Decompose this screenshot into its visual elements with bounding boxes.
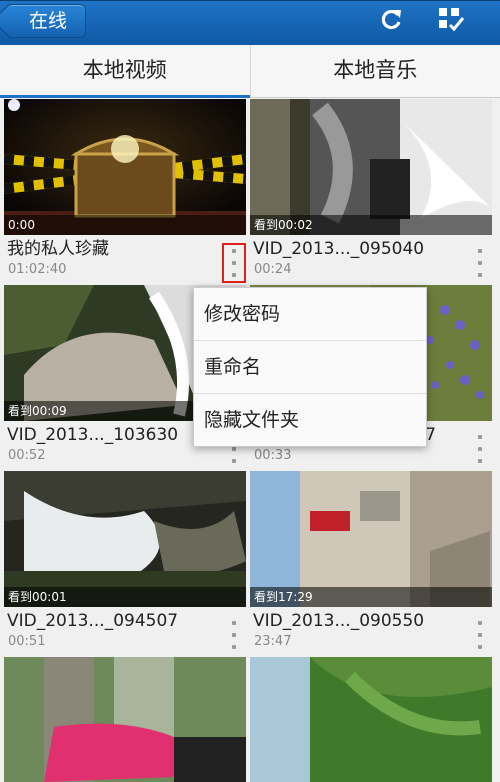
video-duration: 00:51 — [8, 634, 46, 649]
menu-item-change-password[interactable]: 修改密码 — [194, 288, 426, 341]
more-options-icon[interactable] — [228, 621, 240, 649]
video-card[interactable]: 看到17:29 VID_2013..._090550 23:47 — [250, 471, 492, 651]
menu-item-rename[interactable]: 重命名 — [194, 341, 426, 394]
context-menu: 修改密码 重命名 隐藏文件夹 — [193, 287, 427, 447]
tab-local-music[interactable]: 本地音乐 — [249, 45, 500, 97]
progress-overlay: 看到17:29 — [250, 587, 492, 607]
video-duration: 00:33 — [254, 448, 292, 463]
video-duration: 00:52 — [8, 448, 46, 463]
video-title: VID_2013..._094507 — [7, 611, 179, 631]
back-button-label: 在线 — [29, 10, 68, 32]
back-button[interactable]: 在线 — [6, 4, 87, 38]
more-options-icon[interactable] — [474, 621, 486, 649]
video-card[interactable]: 0:00 我的私人珍藏 01:02:40 — [4, 99, 246, 283]
video-thumbnail[interactable]: 看到17:29 — [250, 471, 492, 607]
video-card[interactable]: 看到00:01 VID_2013..._094507 00:51 — [4, 471, 246, 651]
refresh-icon[interactable] — [373, 4, 409, 36]
more-options-icon[interactable] — [222, 243, 246, 283]
video-title: 我的私人珍藏 — [7, 239, 109, 259]
progress-overlay: 看到00:01 — [4, 587, 246, 607]
video-duration: 00:24 — [254, 262, 292, 277]
video-duration: 01:02:40 — [8, 262, 67, 277]
video-title: VID_2013..._095040 — [253, 239, 425, 259]
tab-local-video[interactable]: 本地视频 — [0, 45, 250, 98]
progress-overlay: 0:00 — [4, 215, 246, 235]
more-options-icon[interactable] — [474, 435, 486, 463]
video-title: VID_2013..._090550 — [253, 611, 425, 631]
video-card[interactable]: 看到00:02 VID_2013..._095040 00:24 — [250, 99, 492, 279]
video-thumbnail[interactable] — [250, 657, 492, 782]
video-thumbnail[interactable]: 0:00 — [4, 99, 246, 235]
more-options-icon[interactable] — [474, 249, 486, 277]
progress-overlay: 看到00:02 — [250, 215, 492, 235]
video-duration: 23:47 — [254, 634, 292, 649]
tab-bar: 本地视频 本地音乐 — [0, 45, 500, 98]
top-bar: 在线 — [0, 0, 500, 45]
menu-item-hide-folder[interactable]: 隐藏文件夹 — [194, 394, 426, 446]
checklist-icon[interactable] — [433, 4, 469, 36]
video-thumbnail[interactable]: 看到00:01 — [4, 471, 246, 607]
video-card[interactable] — [250, 657, 492, 782]
video-thumbnail[interactable] — [4, 657, 246, 782]
video-thumbnail[interactable]: 看到00:02 — [250, 99, 492, 235]
video-card[interactable] — [4, 657, 246, 782]
